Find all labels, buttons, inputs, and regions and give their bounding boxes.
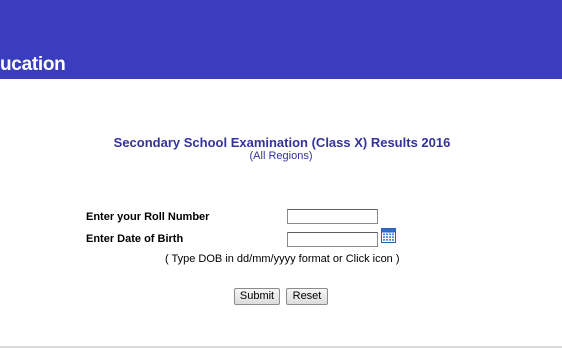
- dob-label: Enter Date of Birth: [86, 233, 184, 245]
- dob-input[interactable]: [287, 232, 378, 247]
- calendar-icon[interactable]: [381, 228, 396, 243]
- site-title: ucation: [0, 54, 66, 75]
- header-banner: ucation: [0, 0, 562, 79]
- submit-button[interactable]: Submit: [234, 288, 280, 305]
- roll-number-input[interactable]: [287, 209, 378, 224]
- exam-region: (All Regions): [249, 150, 313, 162]
- roll-number-label: Enter your Roll Number: [86, 211, 210, 223]
- reset-button[interactable]: Reset: [286, 288, 328, 305]
- dob-format-hint: ( Type DOB in dd/mm/yyyy format or Click…: [165, 253, 400, 265]
- exam-title: Secondary School Examination (Class X) R…: [113, 135, 451, 150]
